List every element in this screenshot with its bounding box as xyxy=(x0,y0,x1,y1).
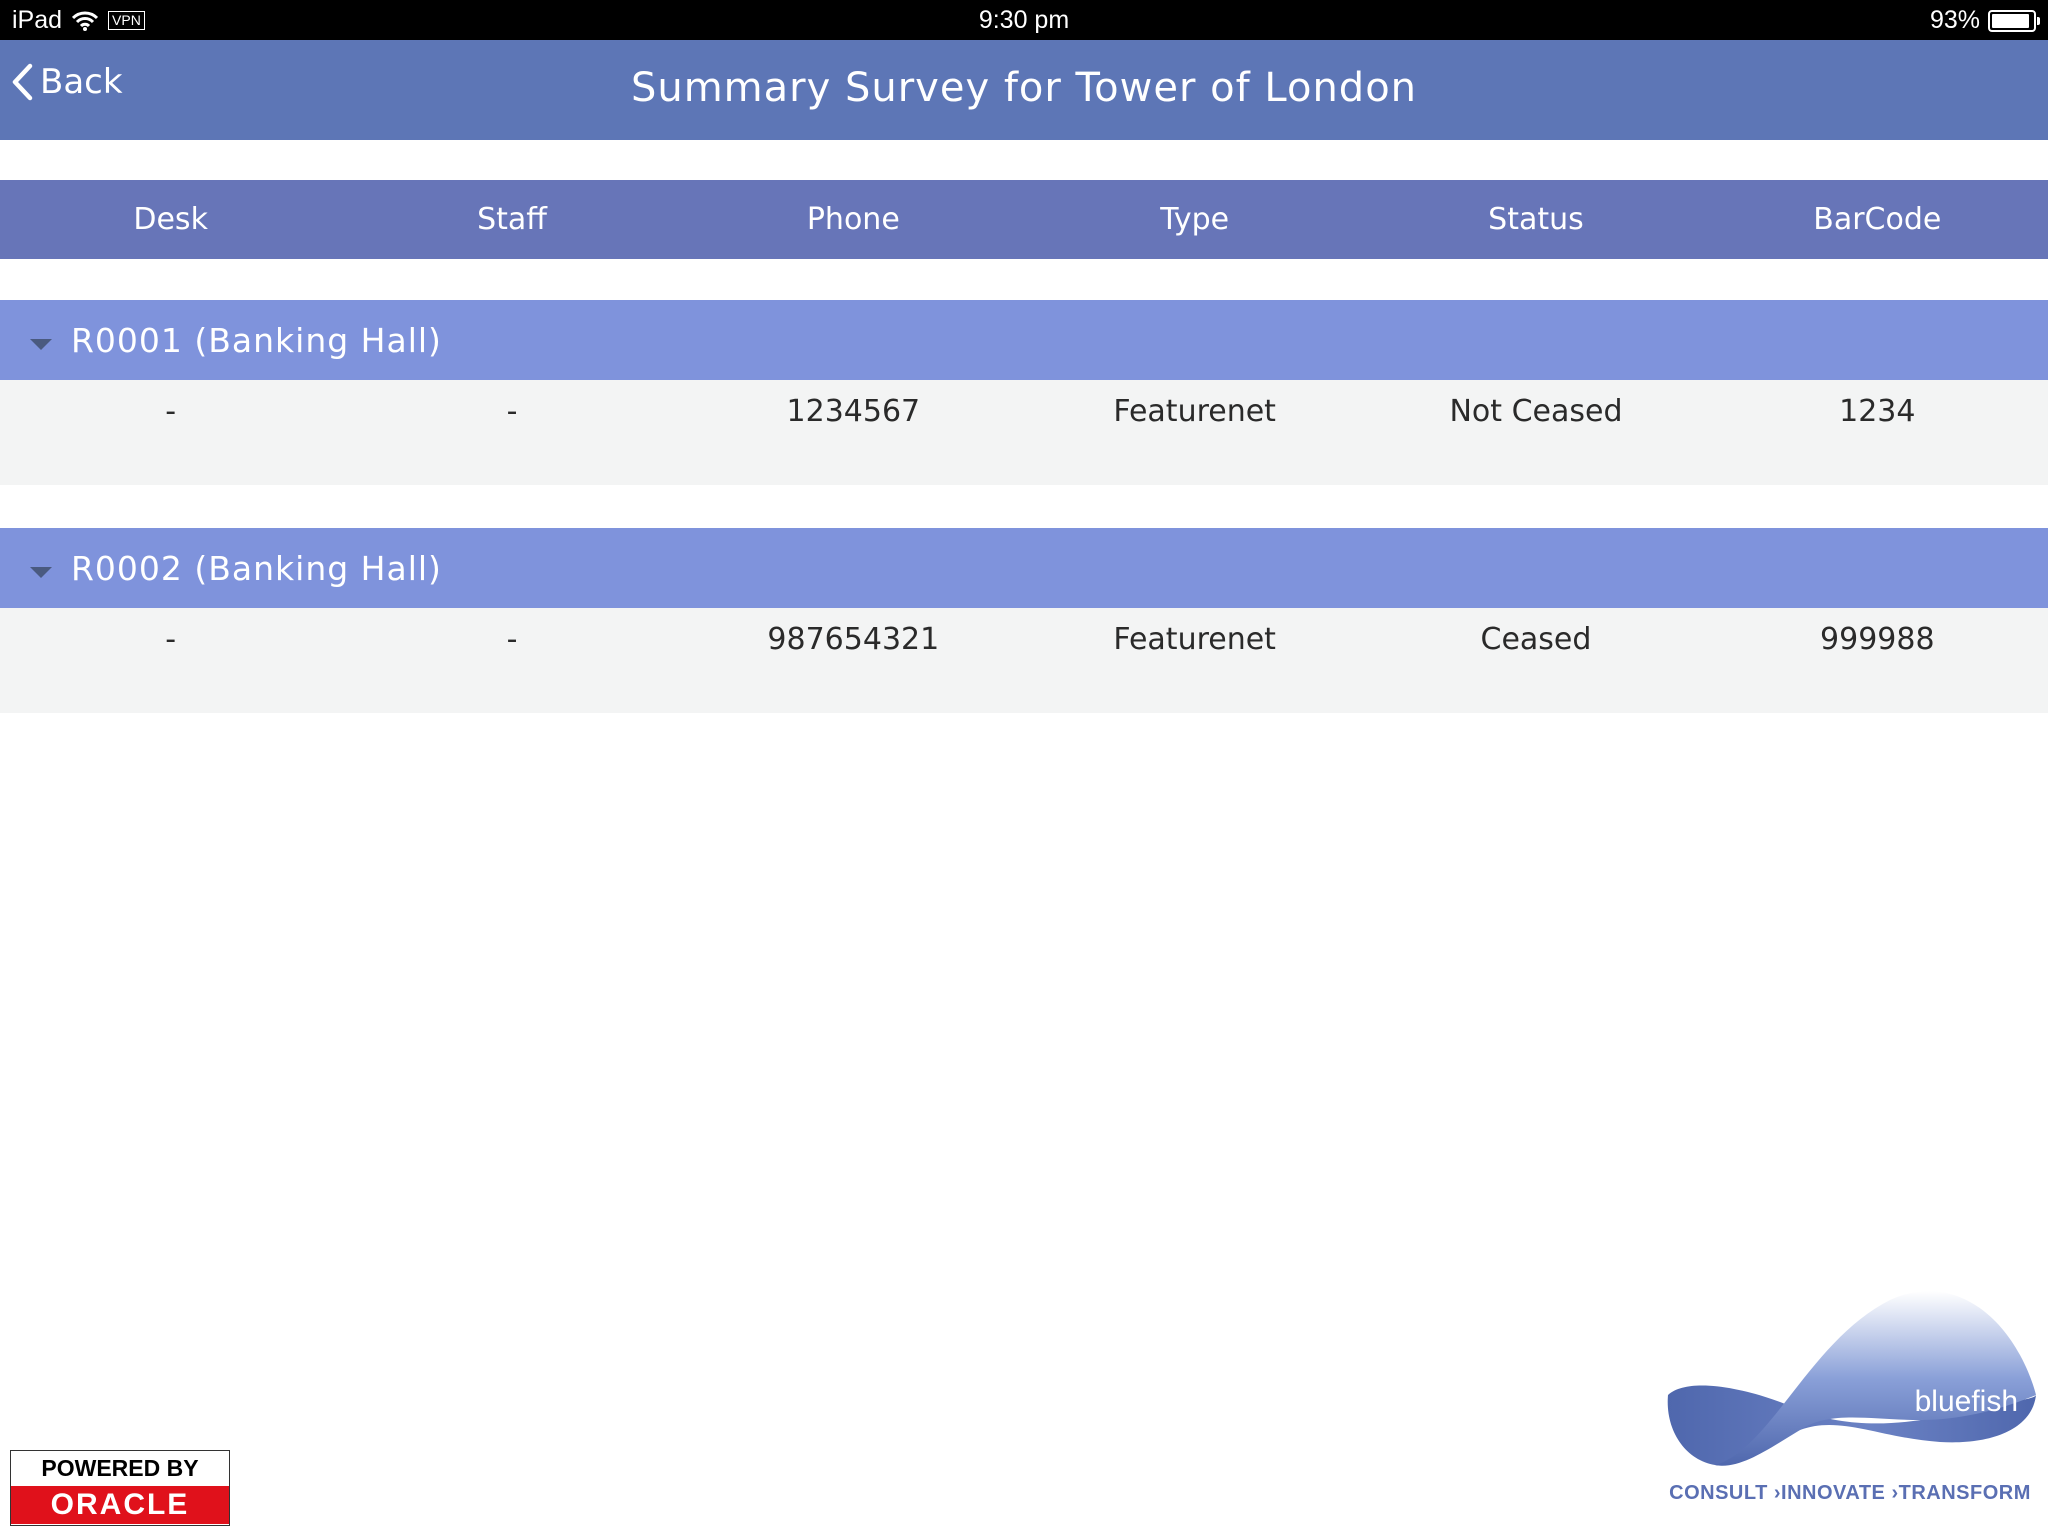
column-header-status: Status xyxy=(1488,202,1584,237)
caret-down-icon xyxy=(30,338,52,350)
status-bar: iPad VPN 9:30 pm 93% xyxy=(0,0,2048,40)
cell-phone: 1234567 xyxy=(786,394,921,429)
cell-status: Ceased xyxy=(1480,622,1592,657)
oracle-powered-by: POWERED BY xyxy=(41,1455,199,1481)
cell-staff: - xyxy=(506,394,518,429)
cell-barcode: 999988 xyxy=(1820,622,1935,657)
oracle-brand: ORACLE xyxy=(11,1486,229,1524)
status-time: 9:30 pm xyxy=(978,6,1070,34)
bluefish-logo: bluefish xyxy=(1667,1291,2036,1466)
column-header-phone: Phone xyxy=(806,202,900,237)
battery-icon xyxy=(1988,9,2040,32)
group-header-r0001[interactable]: R0001 (Banking Hall) xyxy=(0,300,2048,380)
cell-desk: - xyxy=(165,622,177,657)
cell-barcode: 1234 xyxy=(1839,394,1916,429)
powered-by-oracle-logo: POWERED BY ORACLE xyxy=(10,1450,230,1526)
status-right: 93% xyxy=(1929,6,2040,35)
column-header-staff: Staff xyxy=(477,202,547,237)
caret-down-icon xyxy=(30,566,52,578)
cell-desk: - xyxy=(165,394,177,429)
page-title: Summary Survey for Tower of London xyxy=(630,65,1418,111)
bluefish-tagline: CONSULT ›INNOVATE ›TRANSFORM xyxy=(1669,1482,2031,1504)
cell-staff: - xyxy=(506,622,518,657)
cell-phone: 987654321 xyxy=(767,622,940,657)
battery-percent: 93% xyxy=(1929,6,1980,34)
nav-bar: Back Summary Survey for Tower of London xyxy=(0,40,2048,140)
table-row[interactable]: - - 987654321 Featurenet Ceased 999988 xyxy=(0,608,2048,713)
cell-type: Featurenet xyxy=(1113,394,1276,429)
group-header-r0002[interactable]: R0002 (Banking Hall) xyxy=(0,528,2048,608)
battery-fill xyxy=(1992,13,2030,28)
cell-status: Not Ceased xyxy=(1449,394,1623,429)
column-header-type: Type xyxy=(1160,202,1230,237)
table-column-header: Desk Staff Phone Type Status BarCode xyxy=(0,180,2048,259)
column-header-barcode: BarCode xyxy=(1813,202,1942,237)
bluefish-wordmark: bluefish xyxy=(1915,1385,2018,1418)
cell-type: Featurenet xyxy=(1113,622,1276,657)
column-header-desk: Desk xyxy=(133,202,208,237)
group-label: R0001 (Banking Hall) xyxy=(71,320,442,360)
table-row[interactable]: - - 1234567 Featurenet Not Ceased 1234 xyxy=(0,380,2048,485)
group-label: R0002 (Banking Hall) xyxy=(71,548,442,588)
